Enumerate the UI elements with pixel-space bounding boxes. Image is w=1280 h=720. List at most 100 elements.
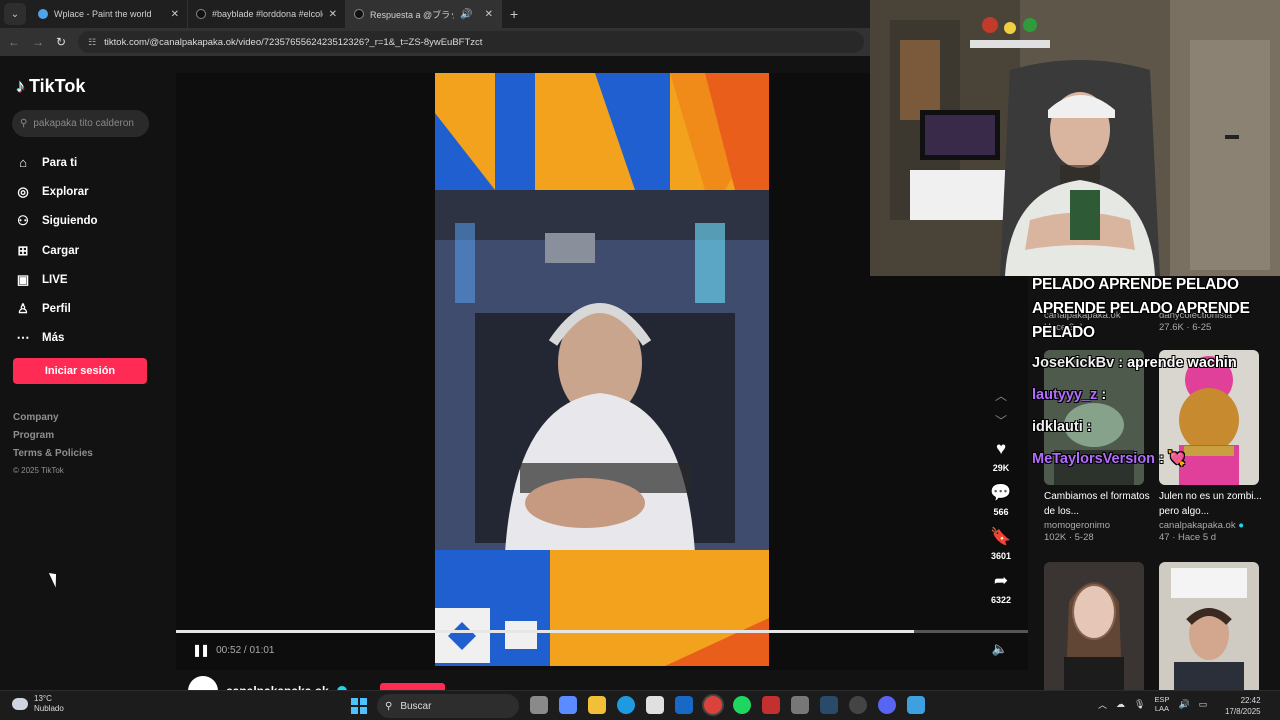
spotify-icon[interactable] [733, 696, 751, 714]
url-field[interactable]: ☷ tiktok.com/@canalpakapaka.ok/video/723… [78, 31, 864, 53]
share-button[interactable]: ➦ 6322 [991, 571, 1011, 609]
chat-text: aprende wachin [1127, 355, 1237, 371]
card-thumbnail[interactable] [1159, 562, 1259, 697]
forward-icon[interactable]: → [32, 35, 44, 49]
chat-message: MeTaylorsVersion : 💘 [1032, 451, 1186, 467]
browser-tab[interactable]: #bayblade #lorddona #elcoleccionista ✕ [188, 0, 346, 28]
task-view-icon[interactable] [530, 696, 548, 714]
nav-menu: ⌂ Para ti ◎ Explorar ⚇ Siguiendo ⊞ Carga… [16, 148, 98, 353]
verified-icon: ● [1238, 520, 1244, 531]
heart-icon: ♥ [995, 439, 1007, 458]
chevron-up-icon[interactable]: ︿ [1098, 698, 1107, 711]
sidebar-item-label: Para ti [42, 156, 78, 169]
sidebar-item-live[interactable]: ▣ LIVE [16, 265, 98, 294]
seek-progress [176, 630, 914, 633]
file-explorer-icon[interactable] [588, 696, 606, 714]
like-button[interactable]: ♥ 29K [993, 439, 1010, 477]
login-button[interactable]: Iniciar sesión [13, 358, 147, 384]
weather-condition: Nublado [34, 704, 64, 713]
share-icon: ➦ [993, 571, 1009, 590]
comment-button[interactable]: 💬 566 [990, 483, 1011, 521]
chat-text: 💘 [1167, 451, 1186, 467]
webcam-image [870, 0, 1280, 276]
chat-message: lautyyy_z : [1032, 387, 1107, 403]
search-icon: ⚲ [385, 700, 393, 712]
footer-link-program[interactable]: Program [13, 430, 93, 448]
onedrive-icon[interactable]: ☁ [1116, 699, 1125, 710]
brand-name: TikTok [29, 76, 86, 96]
sidebar-item-cargar[interactable]: ⊞ Cargar [16, 236, 98, 265]
thumbnail-image [1159, 562, 1259, 697]
outlook-icon[interactable] [675, 696, 693, 714]
close-tab-icon[interactable]: ✕ [485, 9, 493, 20]
footer-link-terms[interactable]: Terms & Policies [13, 448, 93, 466]
browser-tab-active[interactable]: Respuesta a @ブラッド・ムーン 🔊 ✕ [346, 0, 502, 28]
sidebar-item-siguiendo[interactable]: ⚇ Siguiendo [16, 207, 97, 236]
network-icon[interactable]: ▭ [1199, 699, 1208, 710]
language-indicator[interactable]: ESP LAA [1154, 695, 1169, 713]
card-thumbnail[interactable] [1044, 562, 1144, 697]
sidebar-item-para-ti[interactable]: ⌂ Para ti [16, 148, 98, 177]
taskbar-search[interactable]: ⚲ Buscar [377, 694, 519, 718]
mouse-cursor-icon [48, 570, 62, 588]
windows-start-icon[interactable] [351, 698, 367, 714]
obs-icon[interactable] [849, 696, 867, 714]
pause-icon[interactable]: ❚❚ [192, 643, 210, 657]
sidebar-item-label: Explorar [42, 185, 89, 198]
url-text: tiktok.com/@canalpakapaka.ok/video/72357… [104, 36, 483, 48]
footer-link-company[interactable]: Company [13, 412, 93, 430]
weather-widget[interactable]: 13°C Nublado [12, 694, 64, 714]
app-icon[interactable] [791, 696, 809, 714]
comment-count: 566 [993, 507, 1009, 517]
sidebar-item-perfil[interactable]: ♙ Perfil [16, 294, 98, 323]
following-icon: ⚇ [17, 213, 29, 229]
sidebar-item-label: LIVE [42, 273, 68, 286]
audio-icon[interactable]: 🔊 [460, 9, 472, 20]
tiktok-logo[interactable]: ♪ TikTok [16, 76, 85, 97]
back-icon[interactable]: ← [8, 35, 20, 49]
related-card[interactable] [1044, 562, 1144, 697]
store-icon[interactable] [646, 696, 664, 714]
site-info-icon[interactable]: ☷ [88, 37, 96, 48]
browser-tab[interactable]: Wplace - Paint the world ✕ [30, 0, 188, 28]
taskbar-apps [530, 696, 925, 714]
volume-icon[interactable]: 🔊 [1178, 699, 1189, 710]
sidebar-item-mas[interactable]: ⋯ Más [16, 324, 98, 353]
comment-icon: 💬 [990, 483, 1012, 502]
new-tab-icon[interactable]: + [510, 6, 518, 22]
discord-icon[interactable] [878, 696, 896, 714]
more-icon: ⋯ [16, 330, 30, 346]
wplace-favicon-icon [38, 9, 48, 19]
microphone-icon[interactable]: 🎙 [1134, 699, 1145, 710]
browser-tab-bar: ⌄ Wplace - Paint the world ✕ #bayblade #… [0, 0, 870, 28]
save-button[interactable]: 🔖 3601 [990, 527, 1011, 565]
card-caption: Julen no es un zombi... pero algo... [1159, 491, 1262, 517]
chat-message: idklauti : [1032, 419, 1092, 435]
chevron-down-icon[interactable]: ﹀ [995, 408, 1007, 433]
copilot-icon[interactable] [559, 696, 577, 714]
search-box[interactable]: ⚲ [12, 110, 149, 137]
playback-controls: ❚❚ 00:52 / 01:01 [192, 643, 275, 657]
app-icon[interactable] [762, 696, 780, 714]
volume-icon[interactable]: 🔈 [992, 641, 1008, 657]
chevron-up-icon[interactable]: ︿ [995, 383, 1007, 408]
reload-icon[interactable]: ↻ [56, 35, 66, 49]
sidebar-item-explorar[interactable]: ◎ Explorar [16, 177, 98, 206]
clock[interactable]: 22:42 17/8/2025 [1225, 695, 1261, 717]
seek-bar[interactable] [176, 630, 1028, 633]
search-input[interactable] [33, 118, 144, 129]
copyright: © 2025 TikTok [13, 466, 64, 475]
close-tab-icon[interactable]: ✕ [171, 9, 179, 20]
video-frame[interactable] [435, 73, 769, 666]
related-card[interactable] [1159, 562, 1259, 697]
tab-search-button[interactable]: ⌄ [4, 3, 26, 25]
compass-icon: ◎ [17, 183, 29, 199]
steam-icon[interactable] [820, 696, 838, 714]
notepad-icon[interactable] [907, 696, 925, 714]
share-count: 6322 [990, 595, 1012, 605]
edge-icon[interactable] [617, 696, 635, 714]
close-tab-icon[interactable]: ✕ [329, 9, 337, 20]
chrome-icon[interactable] [704, 696, 722, 714]
sidebar-item-label: Perfil [42, 303, 71, 316]
bookmark-icon: 🔖 [990, 527, 1012, 546]
